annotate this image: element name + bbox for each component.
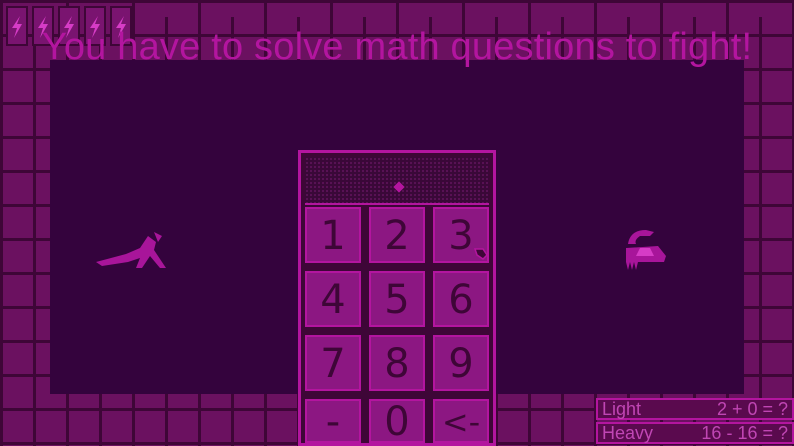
attack-name: Light <box>602 399 642 419</box>
input-cursor-icon <box>393 181 405 193</box>
key-backspace[interactable]: <- <box>433 399 489 443</box>
tutorial-headline: You have to solve math questions to figh… <box>41 26 753 68</box>
key-5[interactable]: 5 <box>369 271 425 327</box>
attack-light[interactable]: Light 2 + 0 = ? <box>596 398 794 420</box>
player-character-sprite <box>96 232 166 268</box>
key-7[interactable]: 7 <box>305 335 361 391</box>
key-1[interactable]: 1 <box>305 207 361 263</box>
game-screen: You have to solve math questions to figh… <box>0 0 794 446</box>
key-0[interactable]: 0 <box>369 399 425 443</box>
answer-display <box>305 157 489 205</box>
key-8[interactable]: 8 <box>369 335 425 391</box>
attack-heavy[interactable]: Heavy 16 - 16 = ? <box>596 422 794 444</box>
pointer-cursor-icon <box>473 248 488 260</box>
attack-name: Heavy <box>602 423 654 443</box>
attack-question: 16 - 16 = ? <box>701 423 788 443</box>
attack-list: Light 2 + 0 = ? Heavy 16 - 16 = ? <box>596 398 794 446</box>
key-minus[interactable]: - <box>305 399 361 443</box>
number-keypad: 1 2 3 4 5 6 7 8 9 - 0 <- <box>298 150 496 446</box>
key-9[interactable]: 9 <box>433 335 489 391</box>
key-6[interactable]: 6 <box>433 271 489 327</box>
attack-question: 2 + 0 = ? <box>716 399 788 419</box>
key-4[interactable]: 4 <box>305 271 361 327</box>
key-2[interactable]: 2 <box>369 207 425 263</box>
enemy-slime-sprite <box>626 230 666 270</box>
